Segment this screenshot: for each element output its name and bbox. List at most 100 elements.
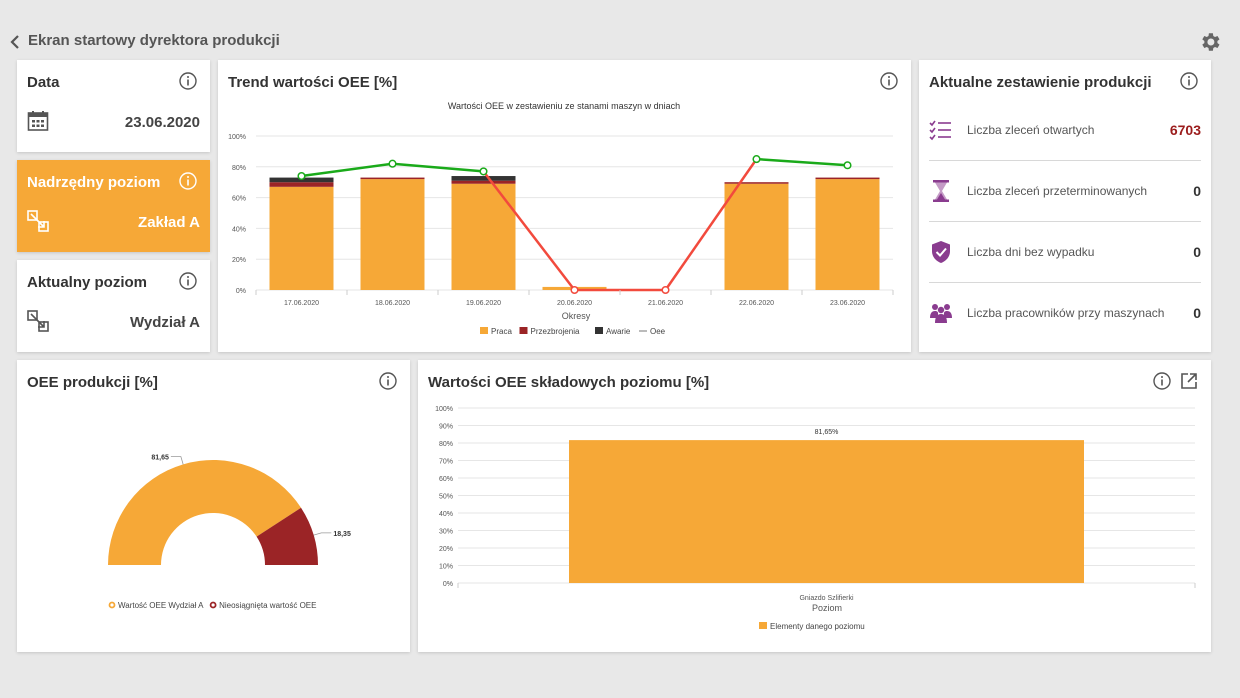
y-tick-label: 30%	[439, 529, 453, 536]
oee-point	[570, 285, 579, 295]
x-tick-label: 20.06.2020	[557, 300, 592, 307]
y-tick-label: 60%	[232, 196, 246, 203]
legend-label: Wartość OEE Wydział A	[118, 601, 204, 610]
date-value: 23.06.2020	[124, 114, 200, 131]
legend-label: Przezbrojenia	[531, 327, 580, 336]
legend-swatch	[519, 327, 528, 334]
y-tick-label: 40%	[232, 226, 246, 233]
legend-label: Praca	[491, 327, 512, 336]
date-card-title: Data	[27, 74, 60, 91]
bar-przezbrojenia	[451, 180, 516, 184]
data-label: 18,35	[333, 531, 351, 538]
level-nodes-icon	[27, 210, 49, 232]
legend-swatch	[595, 327, 603, 334]
bar-przezbrojenia	[269, 182, 334, 187]
bar-praca	[724, 183, 789, 290]
info-icon[interactable]	[1180, 72, 1198, 90]
component-bar	[569, 440, 1084, 583]
y-tick-label: 20%	[439, 546, 453, 553]
info-icon[interactable]	[179, 272, 197, 290]
legend-label: Nieosiągnięta wartość OEE	[219, 601, 316, 610]
x-tick-label: 18.06.2020	[375, 300, 410, 307]
oee-trend-chart: Wartości OEE w zestawieniu ze stanami ma…	[228, 101, 894, 336]
bar-przezbrojenia	[724, 182, 789, 184]
date-card: Data 23.06.2020	[17, 60, 210, 152]
legend-swatch	[108, 601, 116, 609]
y-tick-label: 50%	[439, 494, 453, 501]
overdue-orders-label: Liczba zleceń przeterminowanych	[967, 184, 1148, 198]
oee-point	[752, 155, 761, 164]
parent-level-card[interactable]: Nadrzędny poziom Zakład A	[17, 160, 210, 252]
open-orders-row: Liczba zleceń otwartych 6703	[929, 100, 1201, 160]
gear-icon[interactable]	[1198, 30, 1222, 54]
y-tick-label: 80%	[439, 441, 453, 448]
production-summary-card: Aktualne zestawienie produkcji Liczba zl…	[919, 60, 1211, 352]
trend-card: Trend wartości OEE [%] Wartości OEE w ze…	[218, 60, 911, 352]
calendar-icon	[27, 110, 49, 132]
legend-swatch	[759, 622, 767, 629]
production-summary-title: Aktualne zestawienie produkcji	[929, 74, 1152, 91]
label-connector	[170, 456, 184, 465]
parent-level-title: Nadrzędny poziom	[27, 174, 161, 191]
bar-praca	[269, 186, 334, 290]
oee-line-segment	[301, 162, 393, 178]
machine-workers-row: Liczba pracowników przy maszynach 0	[929, 283, 1201, 343]
current-level-value: Wydział A	[129, 314, 200, 331]
legend-swatch	[209, 601, 217, 609]
oee-point	[843, 161, 852, 170]
accident-free-days-label: Liczba dni bez wypadku	[967, 245, 1095, 259]
legend-label: Elementy danego poziomu	[770, 622, 865, 631]
x-tick-label: Gniazdo Szlifierki	[799, 595, 854, 602]
machine-workers-value: 0	[1193, 305, 1201, 321]
y-tick-label: 20%	[232, 257, 246, 264]
accident-free-days-row: Liczba dni bez wypadku 0	[929, 222, 1201, 282]
y-tick-label: 100%	[228, 134, 246, 141]
parent-level-value: Zakład A	[138, 214, 200, 231]
bar-praca	[815, 179, 880, 290]
x-tick-label: 17.06.2020	[284, 300, 319, 307]
y-tick-label: 10%	[439, 564, 453, 571]
y-tick-label: 80%	[232, 165, 246, 172]
components-bar-chart: 0% 10% 20% 30% 40% 50% 60% 70% 80% 90% 100% 81,65%…	[435, 406, 1196, 631]
people-icon	[929, 301, 953, 325]
x-axis-label: Okresy	[562, 311, 591, 321]
shield-check-icon	[929, 240, 953, 264]
bar-przezbrojenia	[360, 177, 425, 180]
oee-point	[661, 285, 670, 295]
page-title: Ekran startowy dyrektora produkcji	[28, 32, 280, 49]
accident-free-days-value: 0	[1193, 244, 1201, 260]
y-tick-label: 60%	[439, 476, 453, 483]
info-icon[interactable]	[179, 72, 197, 90]
x-axis-label: Poziom	[812, 603, 842, 613]
y-tick-label: 70%	[439, 459, 453, 466]
oee-point	[479, 167, 488, 176]
machine-workers-label: Liczba pracowników przy maszynach	[967, 306, 1165, 320]
x-tick-label: 19.06.2020	[466, 300, 501, 307]
y-tick-label: 0%	[236, 288, 246, 295]
data-label: 81,65%	[815, 429, 839, 436]
oee-point	[388, 159, 397, 168]
overdue-orders-row: Liczba zleceń przeterminowanych 0	[929, 161, 1201, 221]
y-tick-label: 0%	[443, 581, 453, 588]
oee-line-segment	[756, 157, 848, 167]
components-oee-card: Wartości OEE składowych poziomu [%] 0% 10…	[418, 360, 1211, 652]
x-tick-label: 22.06.2020	[739, 300, 774, 307]
info-icon[interactable]	[179, 172, 197, 190]
current-level-title: Aktualny poziom	[27, 274, 148, 291]
oee-production-card: OEE produkcji [%] 81,65 18,35 Wartość OEE…	[17, 360, 410, 652]
current-level-card: Aktualny poziom Wydział A	[17, 260, 210, 352]
y-tick-label: 100%	[435, 406, 453, 413]
y-tick-label: 40%	[439, 511, 453, 518]
chart-title: Wartości OEE w zestawieniu ze stanami ma…	[448, 101, 680, 111]
level-nodes-icon	[27, 310, 49, 332]
bar-przezbrojenia	[815, 177, 880, 180]
bar-praca	[360, 179, 425, 290]
x-tick-label: 23.06.2020	[830, 300, 865, 307]
top-bar: Ekran startowy dyrektora produkcji	[0, 28, 1240, 56]
back-chevron-icon[interactable]	[8, 32, 22, 52]
hourglass-icon	[929, 179, 953, 203]
oee-point	[297, 171, 306, 181]
legend-swatch	[480, 327, 488, 334]
bar-awarie	[451, 176, 516, 181]
data-label: 81,65	[151, 455, 169, 462]
